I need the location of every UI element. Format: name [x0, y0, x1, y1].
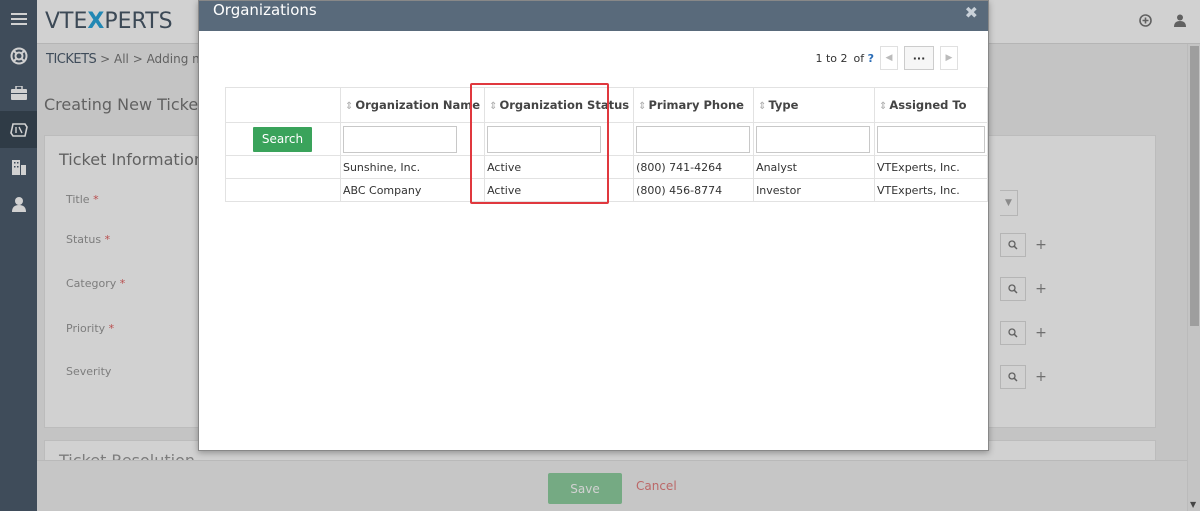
cell-assigned-to[interactable]: VTExperts, Inc.: [873, 155, 989, 179]
organization-status-highlight-box: [470, 83, 609, 204]
page-jump-button[interactable]: ···: [904, 46, 934, 70]
cell-organization-name[interactable]: ABC Company: [339, 178, 486, 202]
column-header-actions: [225, 87, 341, 123]
pager-of: of: [853, 51, 865, 65]
modal-title: Organizations: [213, 1, 317, 19]
column-header-type[interactable]: ⇕ Type: [753, 87, 875, 123]
cell-type[interactable]: Investor: [753, 178, 875, 202]
column-header-primary-phone[interactable]: ⇕ Primary Phone: [633, 87, 755, 123]
pagination: 1 to 2 of ? ◀ ··· ▶: [815, 46, 958, 70]
filter-input-assigned-to[interactable]: [876, 125, 985, 153]
cell-organization-name[interactable]: Sunshine, Inc.: [339, 155, 486, 179]
column-header-assigned-to[interactable]: ⇕ Assigned To: [873, 87, 989, 123]
pager-range: 1 to 2: [815, 51, 848, 65]
column-header-organization-name[interactable]: ⇕ Organization Name: [339, 87, 486, 123]
cell-primary-phone[interactable]: (800) 456-8774: [633, 178, 755, 202]
cell-primary-phone[interactable]: (800) 741-4264: [633, 155, 755, 179]
row-cell-empty: [225, 178, 341, 202]
row-cell-empty: [225, 155, 341, 179]
sort-icon: ⇕: [638, 101, 647, 112]
next-page-icon[interactable]: ▶: [940, 46, 958, 70]
filter-input-organization-name[interactable]: [342, 125, 457, 153]
sort-icon: ⇕: [878, 101, 888, 112]
sort-icon: ⇕: [758, 101, 767, 112]
filter-input-primary-phone[interactable]: [636, 125, 751, 153]
filter-input-type[interactable]: [756, 125, 871, 153]
organizations-modal: Organizations ✖ 1 to 2 of ? ◀ ··· ▶ ⇕ Org…: [198, 0, 989, 451]
close-icon[interactable]: ✖: [965, 3, 978, 22]
search-button[interactable]: Search: [253, 126, 312, 152]
sort-icon: ⇕: [344, 101, 354, 112]
cell-assigned-to[interactable]: VTExperts, Inc.: [873, 178, 989, 202]
modal-header: Organizations ✖: [199, 1, 988, 31]
previous-page-icon[interactable]: ◀: [880, 46, 898, 70]
pager-total[interactable]: ?: [868, 52, 874, 65]
cell-type[interactable]: Analyst: [753, 155, 875, 179]
